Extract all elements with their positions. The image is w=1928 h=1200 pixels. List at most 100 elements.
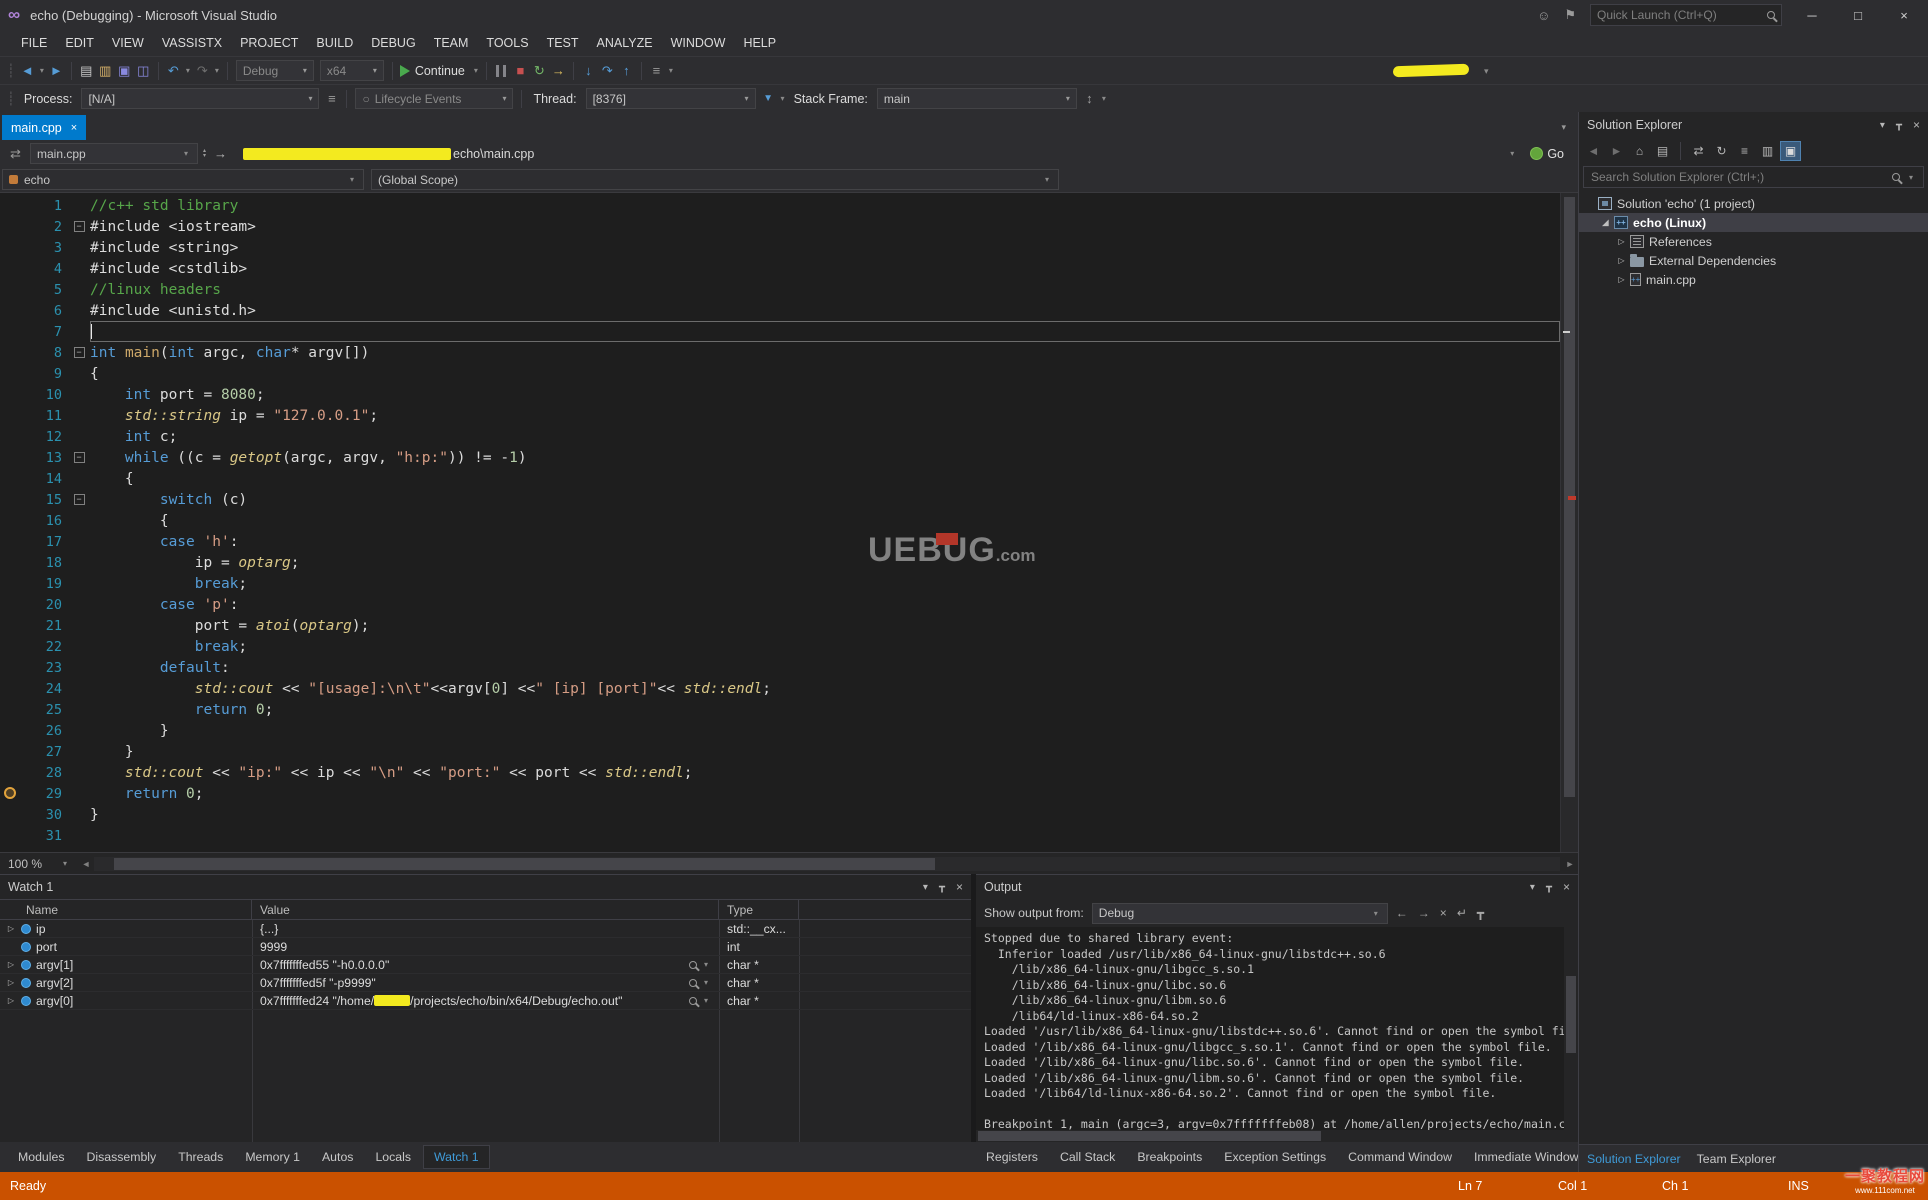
tree-item-external-dependencies[interactable]: ▷ External Dependencies [1579, 251, 1928, 270]
breakpoint-margin[interactable] [0, 195, 22, 216]
breakpoint-margin[interactable] [0, 321, 22, 342]
breakpoint-margin[interactable] [0, 573, 22, 594]
breakpoint-margin[interactable] [0, 216, 22, 237]
scroll-left-icon[interactable]: ◄ [78, 859, 94, 869]
redo-dropdown-icon[interactable]: ▾ [212, 66, 222, 75]
tab-registers[interactable]: Registers [976, 1145, 1048, 1169]
code-text[interactable]: switch (c) [90, 489, 1560, 510]
save-all-icon[interactable]: ◫ [134, 61, 153, 80]
step-into-icon[interactable]: ↓ [579, 61, 598, 80]
breakpoint-margin[interactable] [0, 657, 22, 678]
code-text[interactable]: } [90, 741, 1560, 762]
code-text[interactable]: while ((c = getopt (argc, argv, "h:p:")) … [90, 447, 1560, 468]
text-visualizer-control[interactable]: ▾ [689, 978, 711, 987]
code-text[interactable]: std::string ip = "127.0.0.1"; [90, 405, 1560, 426]
watch-row[interactable]: ▷ argv[1] 0x7fffffffed55 "-h0.0.0.0" ▾ char … [0, 956, 971, 974]
breakpoint-margin[interactable] [0, 531, 22, 552]
previous-message-icon[interactable]: ← [1396, 906, 1408, 920]
toolbar-overflow-icon[interactable]: ▾ [1484, 66, 1489, 77]
menu-window[interactable]: WINDOW [662, 30, 735, 56]
collapse-region-icon[interactable]: − [73, 347, 85, 358]
output-source-dropdown[interactable]: Debug ▾ [1091, 902, 1388, 924]
menu-file[interactable]: FILE [12, 30, 56, 56]
undo-dropdown-icon[interactable]: ▾ [183, 66, 193, 75]
tab-memory-1[interactable]: Memory 1 [235, 1145, 310, 1169]
magnifier-icon[interactable] [689, 996, 697, 1005]
expand-icon[interactable]: ▷ [1615, 256, 1628, 265]
navigate-forward-icon[interactable]: ► [47, 61, 66, 80]
collapse-region-icon[interactable]: − [73, 221, 85, 232]
output-window-icon[interactable]: ≡ [647, 61, 666, 80]
scroll-right-icon[interactable]: ► [1562, 859, 1578, 869]
window-position-icon[interactable]: ▾ [1880, 120, 1885, 131]
code-text[interactable]: return 0; [90, 783, 1560, 804]
fold-margin[interactable]: − [68, 221, 90, 232]
tab-command-window[interactable]: Command Window [1338, 1145, 1462, 1169]
navigate-to-file-icon[interactable]: → [211, 144, 230, 163]
magnifier-icon[interactable] [689, 960, 697, 969]
fold-margin[interactable]: − [68, 347, 90, 358]
code-text[interactable]: //linux headers [90, 279, 1560, 300]
menu-team[interactable]: TEAM [425, 30, 478, 56]
tab-team-explorer[interactable]: Team Explorer [1697, 1152, 1776, 1166]
tree-item-references[interactable]: ▷ References [1579, 232, 1928, 251]
switch-file-icon[interactable]: ⇄ [6, 144, 25, 163]
show-all-files-icon[interactable]: ▥ [1757, 141, 1778, 161]
code-text[interactable]: return 0; [90, 699, 1560, 720]
expander-icon[interactable]: ▷ [6, 924, 16, 933]
tab-modules[interactable]: Modules [8, 1145, 74, 1169]
breakpoint-margin[interactable] [0, 489, 22, 510]
new-file-icon[interactable]: ▤ [77, 61, 96, 80]
feedback-smiley-icon[interactable]: ☺ [1537, 8, 1550, 23]
close-icon[interactable]: × [1563, 880, 1570, 894]
fold-margin[interactable]: − [68, 494, 90, 505]
column-header-value[interactable]: Value [252, 900, 719, 919]
breakpoint-indicator-icon[interactable] [4, 787, 16, 799]
menu-help[interactable]: HELP [734, 30, 785, 56]
breakpoint-margin[interactable] [0, 279, 22, 300]
code-text[interactable]: } [90, 720, 1560, 741]
code-text[interactable]: { [90, 468, 1560, 489]
switch-views-icon[interactable]: ▤ [1652, 141, 1673, 161]
back-icon[interactable]: ◄ [1583, 141, 1604, 161]
collapse-region-icon[interactable]: − [73, 494, 85, 505]
continue-button[interactable]: Continue [415, 64, 465, 78]
menu-build[interactable]: BUILD [307, 30, 362, 56]
solution-configuration-dropdown[interactable]: Debug ▾ [235, 60, 314, 81]
code-text[interactable]: #include <string> [90, 237, 1560, 258]
breakpoint-margin[interactable] [0, 258, 22, 279]
expander-icon[interactable]: ▷ [6, 996, 16, 1005]
tab-locals[interactable]: Locals [365, 1145, 421, 1169]
breakpoint-margin[interactable] [0, 300, 22, 321]
code-text[interactable] [90, 321, 1560, 342]
undo-icon[interactable]: ↶ [164, 61, 183, 80]
breakpoint-margin[interactable] [0, 741, 22, 762]
scrollbar-thumb[interactable] [1566, 975, 1576, 1053]
breakpoint-margin[interactable] [0, 237, 22, 258]
code-text[interactable]: #include <unistd.h> [90, 300, 1560, 321]
toolbar-options-dropdown-icon[interactable]: ▾ [666, 66, 676, 75]
breakpoint-margin[interactable] [0, 636, 22, 657]
code-text[interactable]: } [90, 804, 1560, 825]
redo-icon[interactable]: ↷ [193, 61, 212, 80]
save-icon[interactable]: ▣ [115, 61, 134, 80]
solution-explorer-search-box[interactable]: Search Solution Explorer (Ctrl+;) ▾ [1583, 166, 1924, 188]
step-out-icon[interactable]: ↑ [617, 61, 636, 80]
go-button[interactable]: Go [1530, 147, 1564, 161]
spin-down-icon[interactable]: ▾ [203, 153, 206, 159]
breakpoint-margin[interactable] [0, 720, 22, 741]
filter-dropdown-icon[interactable]: ▾ [778, 94, 788, 103]
continue-play-icon[interactable] [399, 64, 410, 77]
close-icon[interactable]: × [956, 880, 963, 894]
code-text[interactable]: #include <iostream> [90, 216, 1560, 237]
scrollbar-thumb[interactable] [114, 857, 935, 870]
tab-breakpoints[interactable]: Breakpoints [1127, 1145, 1212, 1169]
process-dropdown[interactable]: [N/A] ▾ [81, 88, 320, 109]
code-text[interactable]: port = atoi(optarg); [90, 615, 1560, 636]
menu-tools[interactable]: TOOLS [477, 30, 537, 56]
column-header-type[interactable]: Type [719, 900, 799, 919]
forward-icon[interactable]: ► [1606, 141, 1627, 161]
breakpoint-margin[interactable] [0, 510, 22, 531]
pending-changes-filter-icon[interactable]: ⇄ [1688, 141, 1709, 161]
close-button[interactable]: × [1888, 8, 1920, 23]
